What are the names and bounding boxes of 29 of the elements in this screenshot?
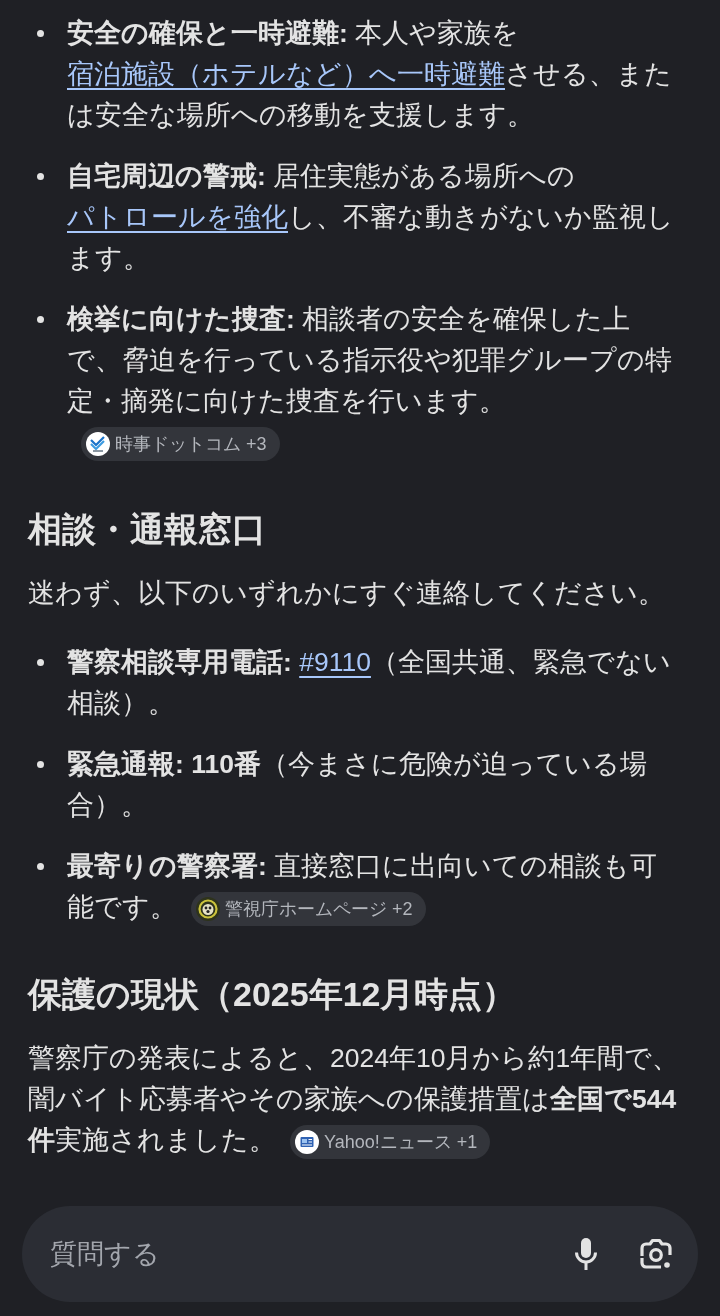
paragraph: 警察庁の発表によると、2024年10月から約1年間で、闇バイト応募者やその家族への保護措置は全国で544件実施されました。 Yahoo!ニュース +1: [28, 1038, 680, 1161]
bullet-icon: [37, 316, 44, 323]
link[interactable]: パトロールを強化: [67, 202, 288, 232]
list-item-text: 警察相談専用電話: #9110（全国共通、緊急でない相談）。: [67, 646, 672, 720]
link[interactable]: 宿泊施設（ホテルなど）へ一時避難: [67, 59, 505, 89]
section-heading: 保護の現状（2025年12月時点）: [28, 974, 518, 1015]
paragraph: 迷わず、以下のいずれかにすぐ連絡してください。: [28, 577, 666, 610]
input-field[interactable]: 質問する: [50, 1234, 536, 1274]
question-input-bar[interactable]: 質問する: [22, 1206, 698, 1302]
list-item-text: 安全の確保と一時避難: 本人や家族を 宿泊施設（ホテルなど）へ一時避難させる、または安全な場所への移動を支援します。: [67, 17, 673, 132]
chevron-logo-icon: [86, 432, 110, 456]
microphone-icon: [574, 1237, 598, 1271]
source-chip[interactable]: Yahoo!ニュース +1: [290, 1125, 491, 1159]
bullet-icon: [37, 30, 44, 37]
bullet-icon: [37, 761, 44, 768]
bullet-icon: [37, 863, 44, 870]
newspaper-icon: [295, 1130, 319, 1154]
list-item-text: 自宅周辺の警戒: 居住実態がある場所への パトロールを強化 し、不審な動きがないか監視します。: [67, 160, 675, 275]
emblem-icon: [196, 897, 220, 921]
list-item-text: 検挙に向けた捜査: 相談者の安全を確保した上で、脅迫を行っている指示役や犯罪グループの特定・摘発に向けた捜査を行います。 時事ドットコム +3: [67, 299, 680, 463]
link[interactable]: #9110: [299, 647, 371, 677]
section-heading: 相談・通報窓口: [28, 509, 267, 550]
bullet-icon: [37, 659, 44, 666]
source-chip[interactable]: 時事ドットコム +3: [81, 427, 280, 461]
bullet-icon: [37, 173, 44, 180]
list-item-text: 最寄りの警察署: 直接窓口に出向いての相談も可能です。 警視庁ホームページ +2: [67, 846, 680, 928]
camera-icon: [640, 1238, 672, 1270]
list-item-text: 緊急通報: 110番（今まさに危険が迫っている場合）。: [67, 748, 648, 822]
source-chip[interactable]: 警視庁ホームページ +2: [191, 892, 426, 926]
